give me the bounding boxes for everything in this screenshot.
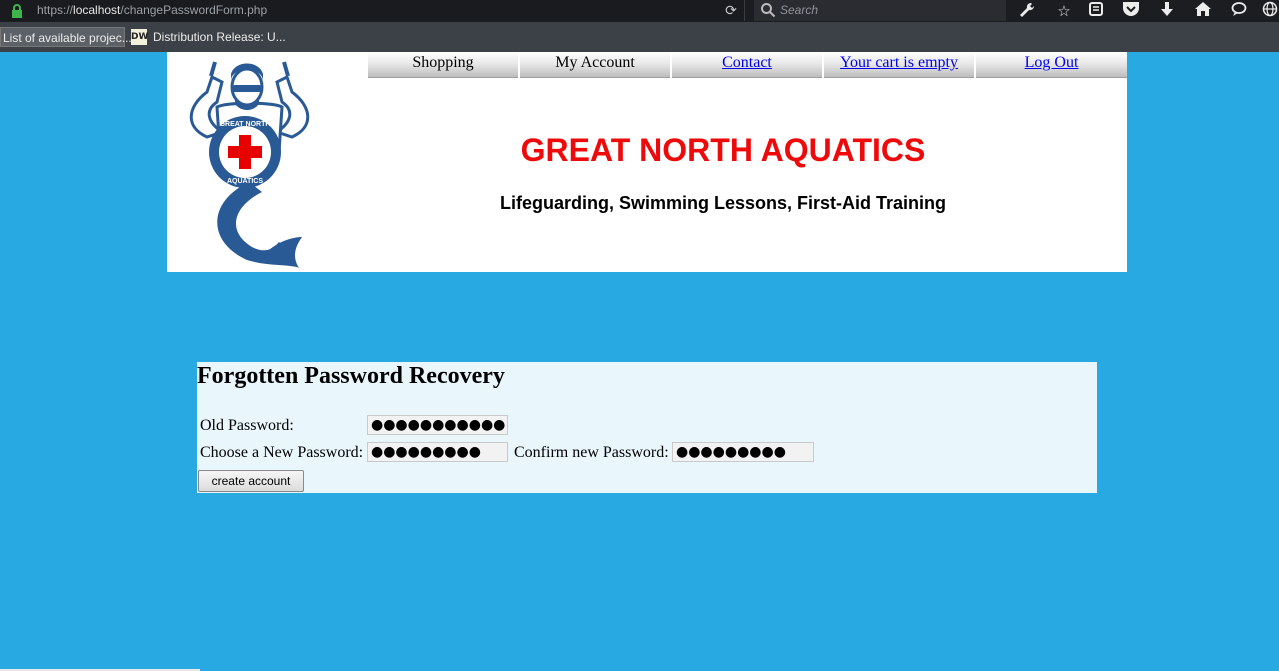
address-bar[interactable]: https://localhost/changePasswordForm.php… bbox=[0, 0, 745, 21]
chat-icon[interactable] bbox=[1228, 1, 1250, 21]
pocket-icon[interactable] bbox=[1120, 1, 1142, 21]
lock-icon bbox=[12, 4, 22, 18]
old-password-label: Old Password: bbox=[200, 417, 294, 434]
search-input[interactable]: Search bbox=[754, 0, 1006, 21]
nav-my-account[interactable]: My Account bbox=[520, 52, 670, 78]
create-account-button[interactable]: create account bbox=[198, 470, 304, 492]
bookmark-label: Distribution Release: U... bbox=[153, 30, 286, 44]
reading-list-icon[interactable] bbox=[1085, 1, 1107, 21]
reload-icon[interactable]: ⟳ bbox=[722, 2, 740, 20]
url-text: https://localhost/changePasswordForm.php bbox=[37, 3, 267, 17]
password-recovery-form: Forgotten Password Recovery Old Password… bbox=[197, 362, 1097, 493]
browser-toolbar: https://localhost/changePasswordForm.php… bbox=[0, 0, 1279, 22]
logo-text-bottom: AQUATICS bbox=[227, 178, 263, 185]
nav-shopping[interactable]: Shopping bbox=[368, 52, 518, 78]
search-icon bbox=[761, 3, 776, 18]
distrowatch-favicon-icon: DW bbox=[131, 29, 148, 45]
search-placeholder: Search bbox=[780, 3, 819, 17]
url-scheme: https:// bbox=[37, 3, 74, 17]
url-host: localhost bbox=[73, 3, 121, 17]
old-password-field[interactable]: ●●●●●●●●●●● bbox=[367, 415, 508, 435]
bookmarks-bar: List of available projec... Distribution… bbox=[0, 22, 1279, 52]
bookmark-available-projects[interactable]: List of available projec... bbox=[0, 27, 132, 47]
lifeguard-mascot-logo: GREAT NORTH AQUATICS bbox=[189, 61, 310, 268]
form-heading: Forgotten Password Recovery bbox=[197, 363, 505, 389]
site-title: GREAT NORTH AQUATICS bbox=[520, 132, 926, 168]
nav-contact[interactable]: Contact bbox=[672, 52, 822, 78]
nav-log-out[interactable]: Log Out bbox=[976, 52, 1127, 78]
star-icon[interactable]: ☆ bbox=[1053, 1, 1075, 21]
globe-icon[interactable] bbox=[1261, 1, 1279, 21]
new-password-label: Choose a New Password: bbox=[200, 444, 364, 461]
confirm-password-field[interactable]: ●●●●●●●●● bbox=[672, 442, 814, 462]
logo-text-top: GREAT NORTH bbox=[220, 121, 271, 128]
new-password-field[interactable]: ●●●●●●●●● bbox=[367, 442, 508, 462]
nav-cart[interactable]: Your cart is empty bbox=[824, 52, 974, 78]
main-nav: Shopping My Account Contact Your cart is… bbox=[368, 52, 1127, 78]
url-path: /changePasswordForm.php bbox=[120, 3, 268, 17]
wrench-icon[interactable] bbox=[1016, 1, 1038, 21]
site-header: GREAT NORTH AQUATICS Shopping My Account… bbox=[167, 52, 1127, 272]
bookmark-label: List of available projec... bbox=[3, 31, 132, 45]
confirm-password-label: Confirm new Password: bbox=[514, 444, 669, 461]
site-tagline: Lifeguarding, Swimming Lessons, First-Ai… bbox=[499, 193, 947, 213]
bookmark-distribution-release[interactable]: Distribution Release: U... bbox=[153, 27, 286, 47]
download-icon[interactable] bbox=[1156, 1, 1178, 21]
home-icon[interactable] bbox=[1192, 1, 1214, 21]
